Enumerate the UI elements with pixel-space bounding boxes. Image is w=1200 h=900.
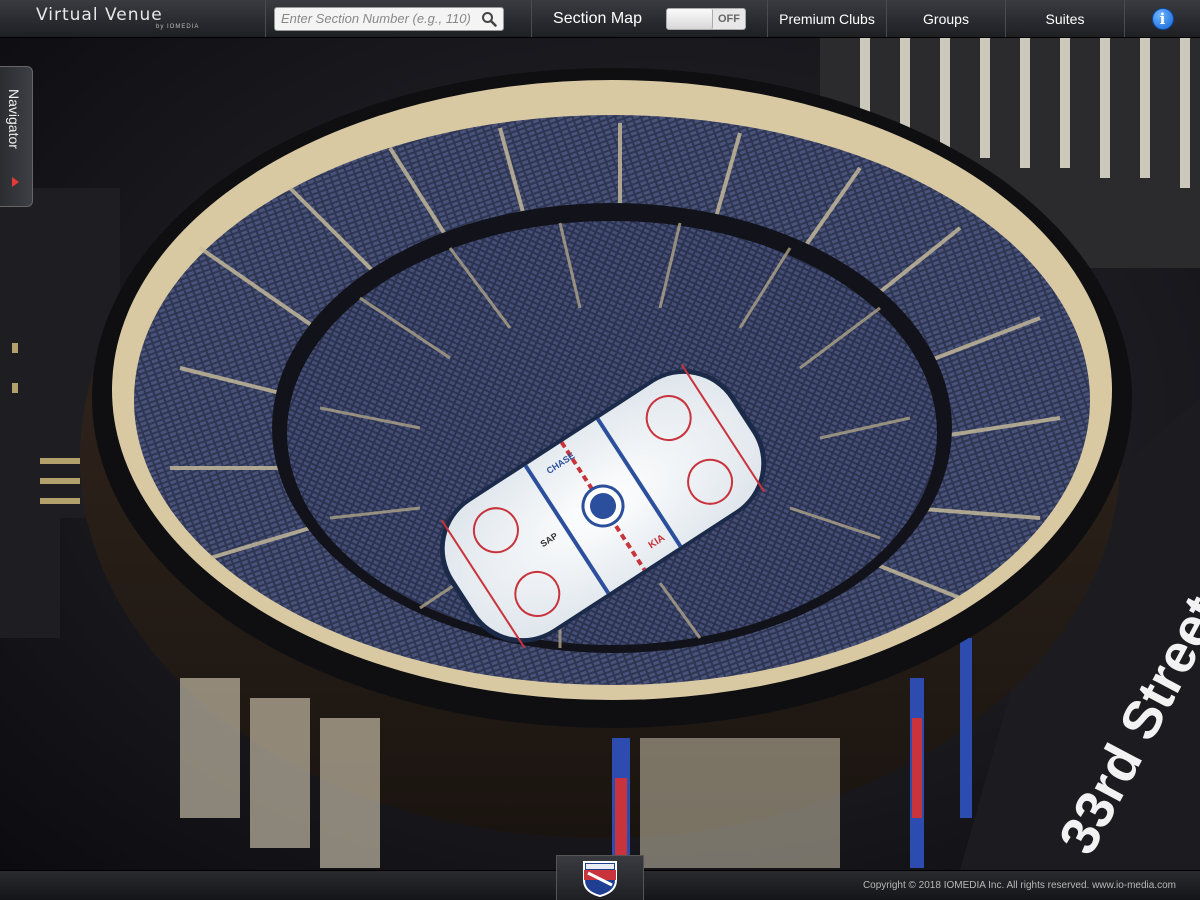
info-icon[interactable]: i bbox=[1151, 7, 1174, 30]
suites-link[interactable]: Suites bbox=[1006, 0, 1125, 37]
arena-3d-view[interactable]: 33rd Street CHASE KIA SAP Navigator bbox=[0, 38, 1200, 870]
navigator-label: Navigator bbox=[6, 89, 22, 149]
top-navigation-bar: Virtual Venue by IOMEDIA Section Map OFF… bbox=[0, 0, 1200, 38]
rangers-logo-icon bbox=[583, 860, 617, 897]
info-container: i bbox=[1125, 0, 1200, 37]
toggle-knob bbox=[666, 8, 713, 29]
section-map-control: Section Map OFF bbox=[532, 0, 768, 37]
bottom-bar: Copyright © 2018 IOMEDIA Inc. All rights… bbox=[0, 855, 1200, 900]
section-map-toggle[interactable]: OFF bbox=[665, 7, 746, 30]
search-container bbox=[266, 0, 532, 37]
section-search-input[interactable] bbox=[281, 11, 481, 26]
team-logo-button[interactable] bbox=[556, 855, 644, 900]
copyright-text: Copyright © 2018 IOMEDIA Inc. All rights… bbox=[862, 880, 1176, 891]
virtual-venue-logo[interactable]: Virtual Venue by IOMEDIA bbox=[0, 0, 266, 37]
groups-link[interactable]: Groups bbox=[887, 0, 1006, 37]
search-box bbox=[274, 6, 504, 31]
toggle-state-label: OFF bbox=[717, 12, 740, 25]
logo-title: Virtual Venue bbox=[36, 4, 163, 25]
navigator-tab[interactable]: Navigator bbox=[0, 66, 33, 207]
section-map-label: Section Map bbox=[553, 9, 642, 27]
search-icon[interactable] bbox=[481, 11, 497, 27]
navigator-arrow-icon bbox=[12, 177, 19, 187]
logo-subtitle: by IOMEDIA bbox=[156, 23, 200, 30]
premium-clubs-link[interactable]: Premium Clubs bbox=[768, 0, 887, 37]
